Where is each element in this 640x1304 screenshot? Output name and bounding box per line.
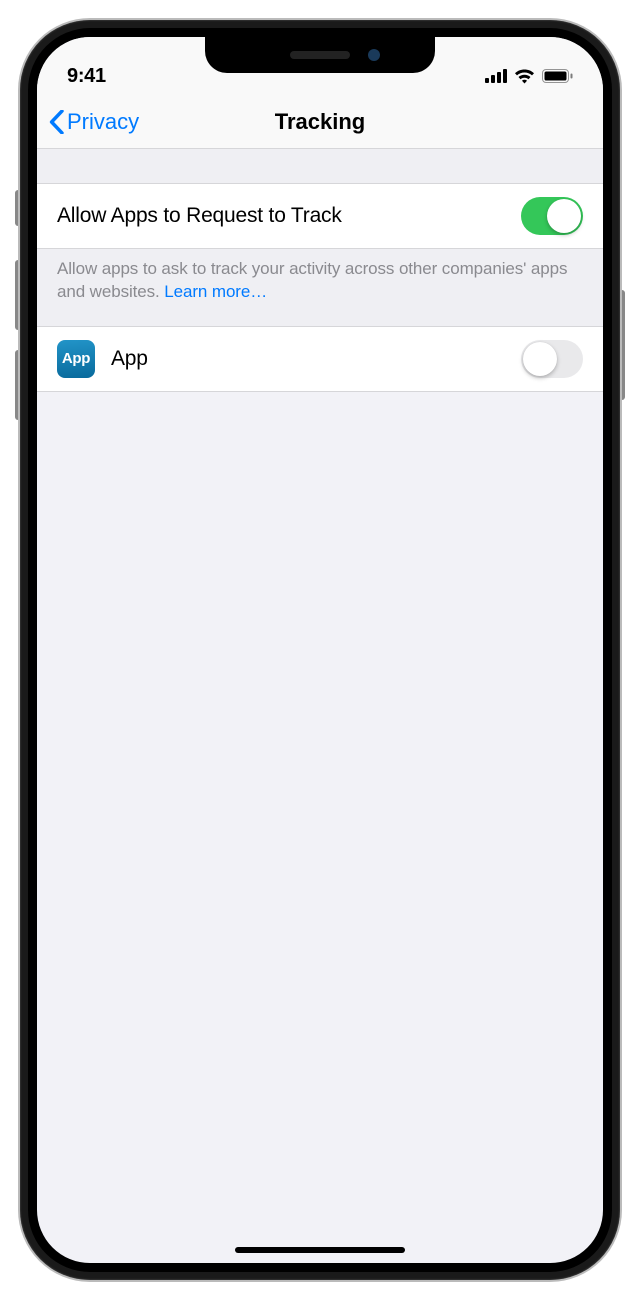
status-icons bbox=[485, 69, 573, 84]
app-tracking-toggle[interactable] bbox=[521, 340, 583, 378]
phone-frame: 9:41 Privacy Tracking Allow Apps to Requ… bbox=[20, 20, 620, 1280]
app-row: App App bbox=[37, 326, 603, 392]
battery-icon bbox=[542, 69, 573, 83]
back-button[interactable]: Privacy bbox=[49, 109, 139, 135]
app-name-label: App bbox=[111, 347, 521, 371]
home-indicator[interactable] bbox=[235, 1247, 405, 1253]
app-icon: App bbox=[57, 340, 95, 378]
chevron-left-icon bbox=[49, 110, 64, 134]
learn-more-link[interactable]: Learn more… bbox=[164, 282, 267, 301]
allow-tracking-toggle[interactable] bbox=[521, 197, 583, 235]
allow-tracking-label: Allow Apps to Request to Track bbox=[57, 204, 521, 228]
footer-description: Allow apps to ask to track your activity… bbox=[57, 259, 567, 301]
page-title: Tracking bbox=[275, 109, 365, 135]
back-label: Privacy bbox=[67, 109, 139, 135]
allow-tracking-row: Allow Apps to Request to Track bbox=[37, 183, 603, 249]
status-time: 9:41 bbox=[67, 65, 106, 88]
section-footer: Allow apps to ask to track your activity… bbox=[37, 249, 603, 326]
cellular-icon bbox=[485, 69, 507, 83]
wifi-icon bbox=[514, 69, 535, 84]
content-area: Allow Apps to Request to Track Allow app… bbox=[37, 149, 603, 392]
nav-bar: Privacy Tracking bbox=[37, 95, 603, 149]
notch bbox=[205, 37, 435, 73]
screen: 9:41 Privacy Tracking Allow Apps to Requ… bbox=[37, 37, 603, 1263]
